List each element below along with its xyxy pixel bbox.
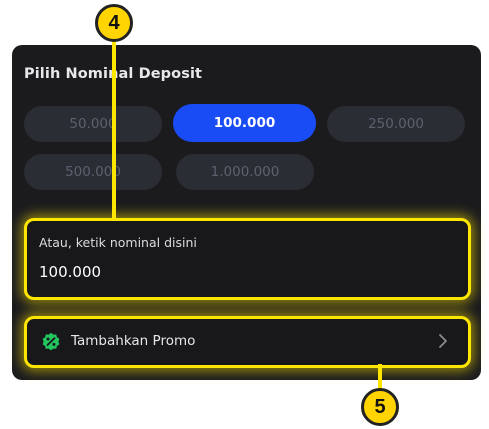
custom-amount-label: Atau, ketik nominal disini bbox=[39, 235, 197, 250]
annotation-badge-4: 4 bbox=[95, 4, 133, 42]
annotation-badge-5: 5 bbox=[361, 388, 399, 426]
amount-chip-1000000[interactable]: 1.000.000 bbox=[176, 154, 314, 190]
annotation-connector-4 bbox=[112, 34, 116, 220]
amount-chip-250000[interactable]: 250.000 bbox=[327, 106, 465, 142]
custom-amount-field[interactable]: Atau, ketik nominal disini 100.000 bbox=[24, 218, 471, 300]
promo-label: Tambahkan Promo bbox=[71, 333, 196, 349]
annotation-connector-5 bbox=[378, 364, 382, 390]
add-promo-button[interactable]: Tambahkan Promo bbox=[24, 316, 471, 368]
chevron-right-icon bbox=[439, 334, 447, 348]
amount-chip-500000[interactable]: 500.000 bbox=[24, 154, 162, 190]
amount-chip-50000[interactable]: 50.000 bbox=[24, 106, 162, 142]
amount-chip-100000[interactable]: 100.000 bbox=[173, 104, 316, 142]
custom-amount-value[interactable]: 100.000 bbox=[39, 263, 101, 281]
percent-badge-icon bbox=[42, 332, 60, 351]
